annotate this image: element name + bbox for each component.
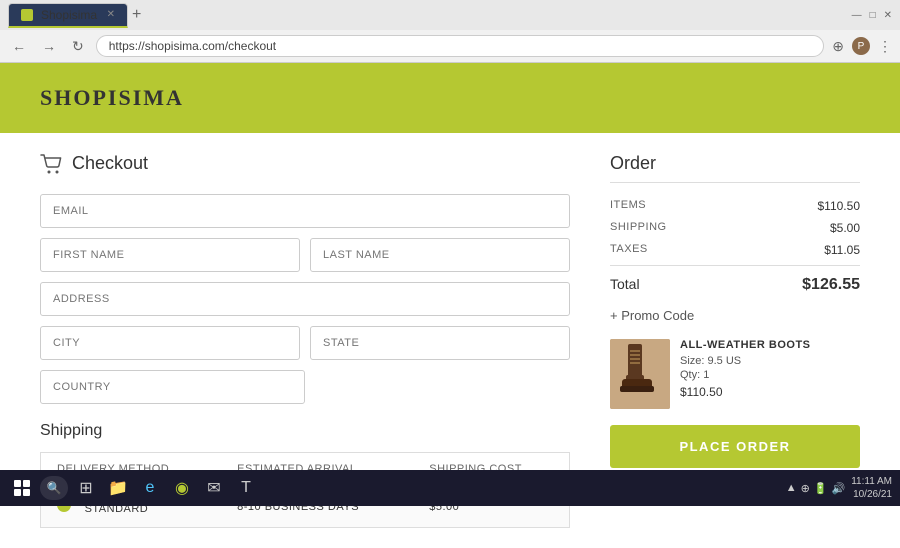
product-image [610,339,670,409]
shipping-section-title: Shipping [40,422,570,440]
email-field[interactable] [40,194,570,228]
taxes-label: TAXES [610,243,648,257]
product-size: Size: 9.5 US [680,355,860,367]
taskbar-folder-icon[interactable]: 📁 [104,474,132,502]
new-tab-button[interactable]: + [132,6,141,24]
taskbar-system-tray: ▲ ⊕ 🔋 🔊 11:11 AM 10/26/21 [786,475,892,501]
shipping-label: SHIPPING [610,221,667,235]
forward-button[interactable]: → [38,36,60,56]
last-name-field[interactable] [310,238,570,272]
address-row [40,282,570,316]
taskbar-view-icon[interactable]: ⊞ [72,474,100,502]
country-row [40,370,570,404]
start-button[interactable] [8,474,36,502]
browser-chrome: Shopisima ✕ + — □ ✕ ← → ↻ ⊕ P ⋮ [0,0,900,63]
shipping-value: $5.00 [830,221,860,235]
name-row [40,238,570,272]
place-order-button[interactable]: PLACE ORDER [610,425,860,468]
total-value: $126.55 [802,276,860,294]
back-button[interactable]: ← [8,36,30,56]
address-field[interactable] [40,282,570,316]
total-label: Total [610,276,640,294]
cart-icon [40,154,62,174]
clock[interactable]: 11:11 AM 10/26/21 [851,475,892,501]
browser-tab[interactable]: Shopisima ✕ [8,3,128,28]
browser-icons: ⊕ P ⋮ [832,37,892,55]
checkout-title: Checkout [40,153,570,174]
product-info: ALL-WEATHER BOOTS Size: 9.5 US Qty: 1 $1… [680,339,860,409]
product-price: $110.50 [680,385,860,399]
systray-up-icon[interactable]: ▲ [786,482,797,494]
state-field[interactable] [310,326,570,360]
taskbar-search-button[interactable]: 🔍 [40,476,68,500]
product-card: ALL-WEATHER BOOTS Size: 9.5 US Qty: 1 $1… [610,339,860,409]
country-field[interactable] [40,370,305,404]
order-title: Order [610,153,860,183]
order-total-line: Total $126.55 [610,276,860,294]
taskbar-mail-icon[interactable]: ✉ [200,474,228,502]
url-bar[interactable] [96,35,825,57]
taskbar-pinned-icons: ⊞ 📁 e ◉ ✉ T [72,474,260,502]
window-controls: — □ ✕ [852,10,892,21]
taskbar: 🔍 ⊞ 📁 e ◉ ✉ T ▲ ⊕ 🔋 🔊 11:11 AM 10/26/21 [0,470,900,506]
date-display: 10/26/21 [851,488,892,501]
page-header: SHOPISIMA [0,63,900,133]
systray-icons: ▲ ⊕ 🔋 🔊 [786,482,846,495]
extensions-icon[interactable]: ⊕ [832,38,844,55]
taskbar-chrome-icon[interactable]: ◉ [168,474,196,502]
menu-icon[interactable]: ⋮ [878,38,892,55]
systray-battery-icon[interactable]: 🔋 [814,482,828,495]
systray-volume-icon[interactable]: 🔊 [832,482,846,495]
items-label: ITEMS [610,199,646,213]
tab-close-button[interactable]: ✕ [107,9,115,20]
first-name-field[interactable] [40,238,300,272]
product-name: ALL-WEATHER BOOTS [680,339,860,351]
promo-code-link[interactable]: + Promo Code [610,308,860,323]
minimize-button[interactable]: — [852,10,862,21]
order-shipping-line: SHIPPING $5.00 [610,221,860,235]
close-button[interactable]: ✕ [884,10,892,21]
browser-address-bar: ← → ↻ ⊕ P ⋮ [0,30,900,62]
product-qty: Qty: 1 [680,369,860,381]
order-items-line: ITEMS $110.50 [610,199,860,213]
product-image-svg [610,339,670,409]
taskbar-edge-icon[interactable]: e [136,474,164,502]
order-divider [610,265,860,266]
refresh-button[interactable]: ↻ [68,36,88,57]
time-display: 11:11 AM [851,475,892,488]
items-value: $110.50 [818,199,861,213]
profile-icon[interactable]: P [852,37,870,55]
email-row [40,194,570,228]
windows-logo-icon [14,480,30,496]
taxes-value: $11.05 [824,243,860,257]
order-taxes-line: TAXES $11.05 [610,243,860,257]
city-state-row [40,326,570,360]
logo: SHOPISIMA [40,85,184,111]
tab-title: Shopisima [41,8,97,22]
systray-network-icon[interactable]: ⊕ [801,482,810,495]
browser-title-bar: Shopisima ✕ + — □ ✕ [0,0,900,30]
maximize-button[interactable]: □ [870,10,876,21]
tab-favicon [21,9,33,21]
taskbar-teams-icon[interactable]: T [232,474,260,502]
city-field[interactable] [40,326,300,360]
